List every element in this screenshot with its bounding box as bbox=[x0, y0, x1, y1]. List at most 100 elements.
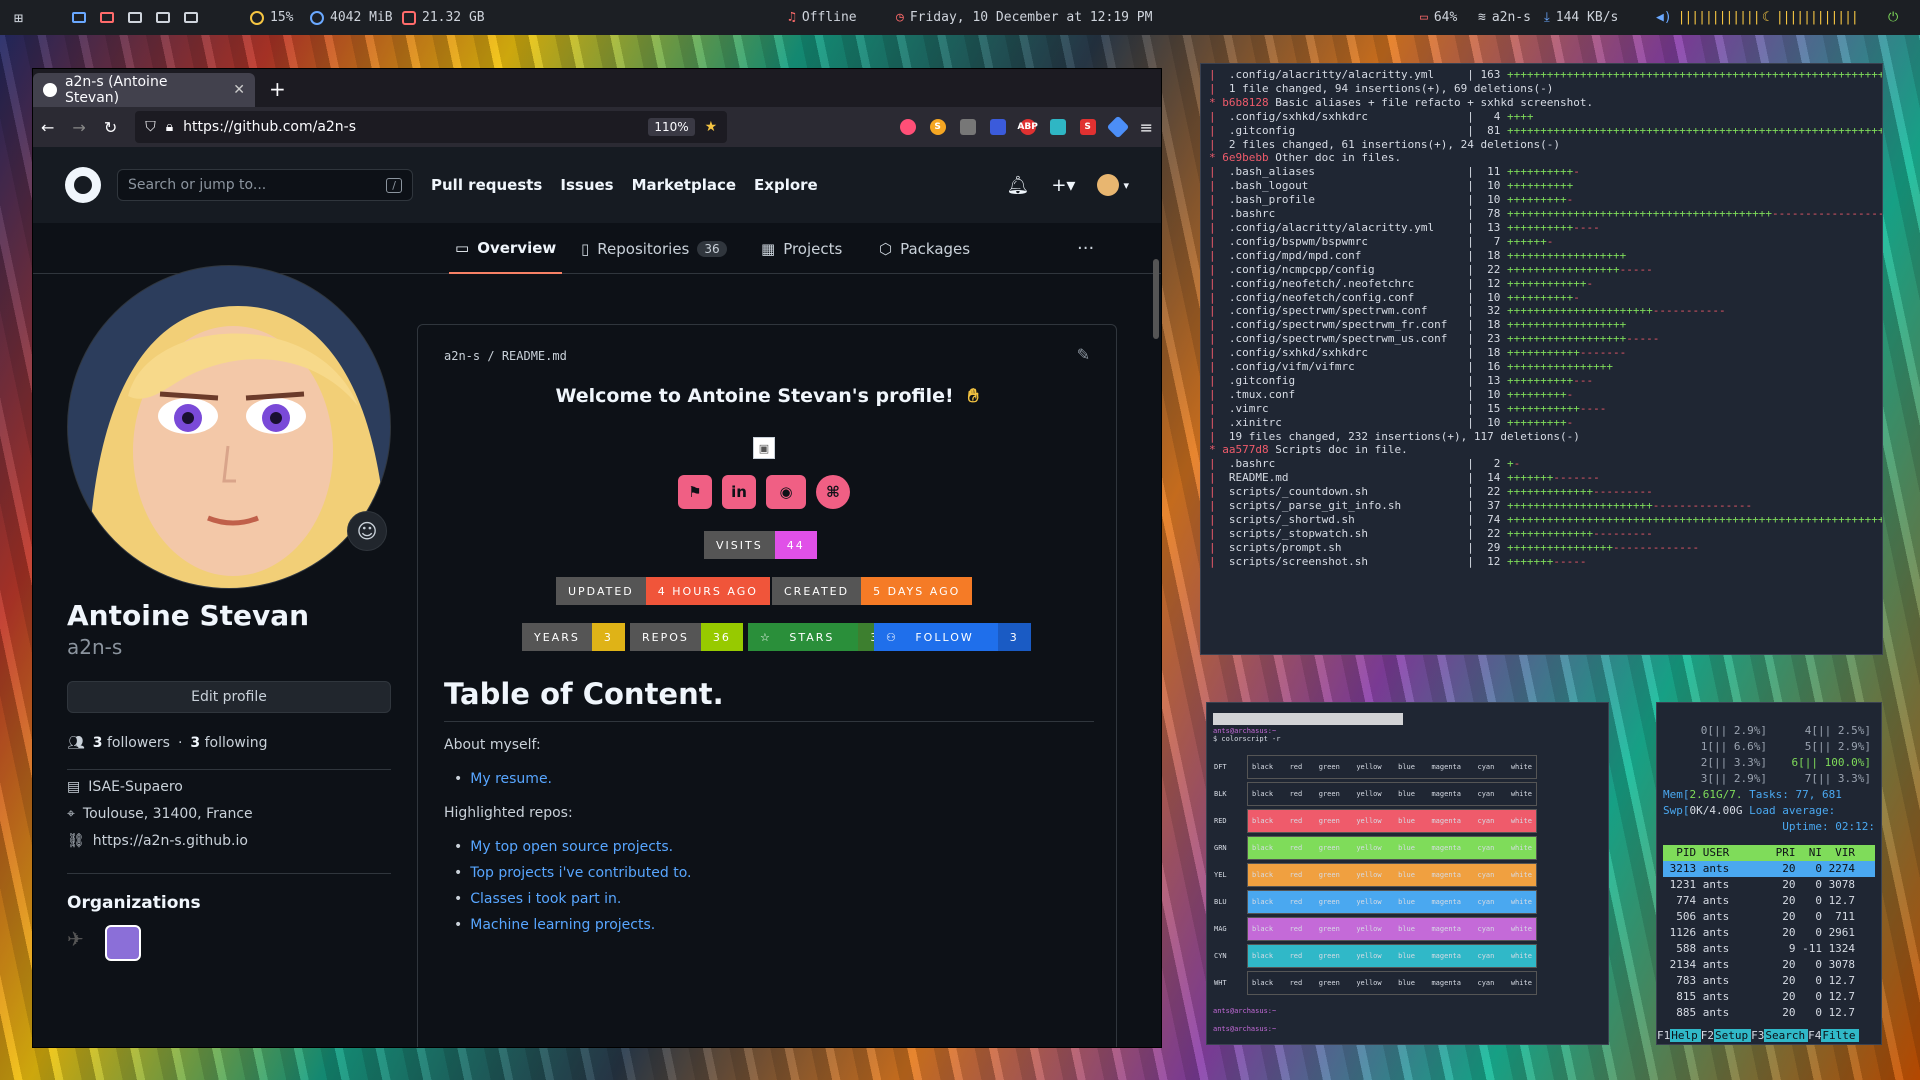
following-link[interactable]: 3 following bbox=[190, 735, 267, 751]
process-row[interactable]: 1231 ants 20 0 3078 bbox=[1663, 877, 1875, 893]
clock-widget[interactable]: ◷ Friday, 10 December at 12:19 PM bbox=[896, 0, 1152, 35]
nav-explore[interactable]: Explore bbox=[754, 176, 818, 194]
forward-icon[interactable]: → bbox=[72, 118, 85, 137]
profile-name: Antoine Stevan bbox=[67, 599, 310, 632]
extension-glasses-icon[interactable] bbox=[959, 119, 976, 135]
workspace-2-icon[interactable] bbox=[100, 12, 114, 23]
url-text[interactable]: https://github.com/a2n-s bbox=[183, 119, 356, 135]
music-widget[interactable]: ♫ Offline bbox=[788, 0, 857, 35]
nav-pull-requests[interactable]: Pull requests bbox=[431, 176, 542, 194]
process-row[interactable]: 774 ants 20 0 12.7 bbox=[1663, 893, 1875, 909]
tab-overview[interactable]: ▭ Overview bbox=[449, 223, 563, 274]
function-key[interactable]: F4Filte bbox=[1808, 1028, 1859, 1044]
top-projects-link[interactable]: My top open source projects. bbox=[454, 839, 673, 855]
process-row[interactable]: 506 ants 20 0 711 bbox=[1663, 909, 1875, 925]
nav-marketplace[interactable]: Marketplace bbox=[632, 176, 736, 194]
extension-s-red-icon[interactable]: S bbox=[1079, 119, 1096, 135]
htop-terminal[interactable]: 0[|| 2.9%] 4[|| 2.5%] 1[|| 6.6%] 5[|| 2.9%]… bbox=[1656, 702, 1882, 1045]
workspace-4-icon[interactable] bbox=[156, 12, 170, 23]
workspaces[interactable] bbox=[72, 0, 198, 35]
bell-icon[interactable]: 🔔︎ bbox=[1006, 175, 1029, 196]
tab-projects[interactable]: ▦ Projects bbox=[761, 223, 842, 274]
org-avatar-2[interactable] bbox=[105, 925, 141, 961]
color-row: BLK black red green yellow blue magenta cyan whi… bbox=[1214, 782, 1537, 806]
scrollbar[interactable] bbox=[1153, 259, 1159, 339]
adblock-icon[interactable]: ABP bbox=[1017, 119, 1038, 135]
process-row[interactable]: 1126 ants 20 0 2961 bbox=[1663, 925, 1875, 941]
follow-badge[interactable]: ⚇ FOLLOW 3 bbox=[874, 623, 1031, 651]
create-new-icon[interactable]: +▾ bbox=[1051, 175, 1075, 196]
reload-icon[interactable]: ↻ bbox=[104, 118, 117, 137]
contributed-link[interactable]: Top projects i've contributed to. bbox=[454, 865, 691, 881]
function-key[interactable]: F1Help bbox=[1657, 1028, 1701, 1044]
new-tab-button[interactable]: + bbox=[269, 77, 286, 101]
repos-value: 36 bbox=[700, 623, 743, 651]
url-bar[interactable]: ⛉ 🔒︎ https://github.com/a2n-s 110% ★ bbox=[135, 111, 728, 143]
nav-issues[interactable]: Issues bbox=[560, 176, 613, 194]
classes-link[interactable]: Classes i took part in. bbox=[454, 891, 621, 907]
color-name: yellow bbox=[1356, 844, 1382, 852]
workspace-1-icon[interactable] bbox=[72, 12, 86, 23]
readme-owner[interactable]: a2n-s bbox=[444, 349, 480, 363]
volume-widget[interactable]: ◀) |||||||||||| bbox=[1656, 0, 1761, 35]
set-status-button[interactable]: ☺ bbox=[347, 511, 387, 551]
search-input[interactable]: Search or jump to... / bbox=[117, 169, 413, 201]
zoom-level[interactable]: 110% bbox=[648, 118, 695, 136]
function-key[interactable]: F3Search bbox=[1751, 1028, 1809, 1044]
website-link[interactable]: https://a2n-s.github.io bbox=[93, 833, 248, 849]
close-tab-icon[interactable]: ✕ bbox=[233, 82, 245, 98]
back-icon[interactable]: ← bbox=[41, 118, 54, 137]
org-avatar-1[interactable]: ✈ bbox=[67, 927, 99, 959]
follow-label: FOLLOW bbox=[915, 630, 974, 644]
profile-login: a2n-s bbox=[67, 635, 123, 659]
website-item[interactable]: ⛓ https://a2n-s.github.io bbox=[67, 833, 248, 849]
wifi-widget[interactable]: ≋ a2n-s bbox=[1478, 0, 1531, 35]
disk-value: 21.32 GB bbox=[422, 10, 485, 25]
tab-repositories[interactable]: ▯ Repositories 36 bbox=[581, 223, 727, 274]
edit-profile-button[interactable]: Edit profile bbox=[67, 681, 391, 713]
power-icon[interactable]: ⏻ bbox=[1888, 0, 1898, 35]
color-name: yellow bbox=[1356, 763, 1382, 771]
prompt-line-3: ants@archasus:~ bbox=[1213, 1025, 1277, 1033]
function-key[interactable]: F2Setup bbox=[1701, 1028, 1752, 1044]
stars-badge[interactable]: ☆ STARS3 bbox=[748, 623, 892, 651]
pocket-icon[interactable] bbox=[899, 119, 916, 135]
extension-privacy-icon[interactable] bbox=[989, 119, 1006, 135]
more-icon[interactable]: ··· bbox=[1077, 223, 1094, 274]
process-row[interactable]: 885 ants 20 0 12.7 bbox=[1663, 1005, 1875, 1021]
extension-s-icon[interactable]: S bbox=[929, 119, 946, 135]
linkedin-icon[interactable]: in bbox=[722, 475, 756, 509]
menu-icon[interactable]: ≡ bbox=[1140, 118, 1153, 137]
colorscript-terminal[interactable]: ants@archasus:~ $ colorscript -r DFT blac… bbox=[1206, 702, 1609, 1045]
launcher-icon[interactable]: ⊞ bbox=[14, 0, 23, 35]
browser-tab[interactable]: a2n-s (Antoine Stevan) ✕ bbox=[33, 73, 255, 107]
readme-file[interactable]: README.md bbox=[502, 349, 567, 363]
process-row[interactable]: 3213 ants 20 0 2274 bbox=[1663, 861, 1875, 877]
extension-diamond-icon[interactable] bbox=[1106, 115, 1129, 139]
process-row[interactable]: 588 ants 9 -11 1324 bbox=[1663, 941, 1875, 957]
ml-projects-link[interactable]: Machine learning projects. bbox=[454, 917, 655, 933]
tab-packages[interactable]: ⬡ Packages bbox=[879, 223, 970, 274]
resume-link[interactable]: My resume. bbox=[454, 771, 552, 787]
extensions: S ABP S ≡ bbox=[899, 115, 1153, 139]
discord-icon[interactable]: ◉ bbox=[766, 475, 806, 509]
github-icon[interactable]: ⌘ bbox=[816, 475, 850, 509]
shield-icon[interactable]: ⛉ bbox=[145, 119, 156, 135]
workspace-5-icon[interactable] bbox=[184, 12, 198, 23]
git-log-terminal[interactable]: | .config/alacritty/alacritty.yml | 163 … bbox=[1200, 63, 1883, 655]
user-menu[interactable]: ▾ bbox=[1097, 174, 1129, 196]
process-row[interactable]: 783 ants 20 0 12.7 bbox=[1663, 973, 1875, 989]
workspace-3-icon[interactable] bbox=[128, 12, 142, 23]
extension-save-icon[interactable] bbox=[1049, 119, 1066, 135]
followers-link[interactable]: 3 followers bbox=[93, 735, 170, 751]
process-row[interactable]: 2134 ants 20 0 3078 bbox=[1663, 957, 1875, 973]
process-row[interactable]: 815 ants 20 0 12.7 bbox=[1663, 989, 1875, 1005]
color-name: yellow bbox=[1356, 871, 1382, 879]
git-log-line: | .bash_aliases | 11 ++++++++++- bbox=[1209, 165, 1580, 179]
edit-pencil-icon[interactable]: ✎ bbox=[1077, 345, 1090, 364]
lock-icon[interactable]: 🔒︎ bbox=[166, 119, 173, 135]
gift-icon[interactable]: ⚑ bbox=[678, 475, 712, 509]
brightness-widget[interactable]: ☾ |||||||||||| bbox=[1762, 0, 1859, 35]
github-logo-icon[interactable] bbox=[65, 167, 101, 203]
bookmark-star-icon[interactable]: ★ bbox=[705, 119, 718, 135]
